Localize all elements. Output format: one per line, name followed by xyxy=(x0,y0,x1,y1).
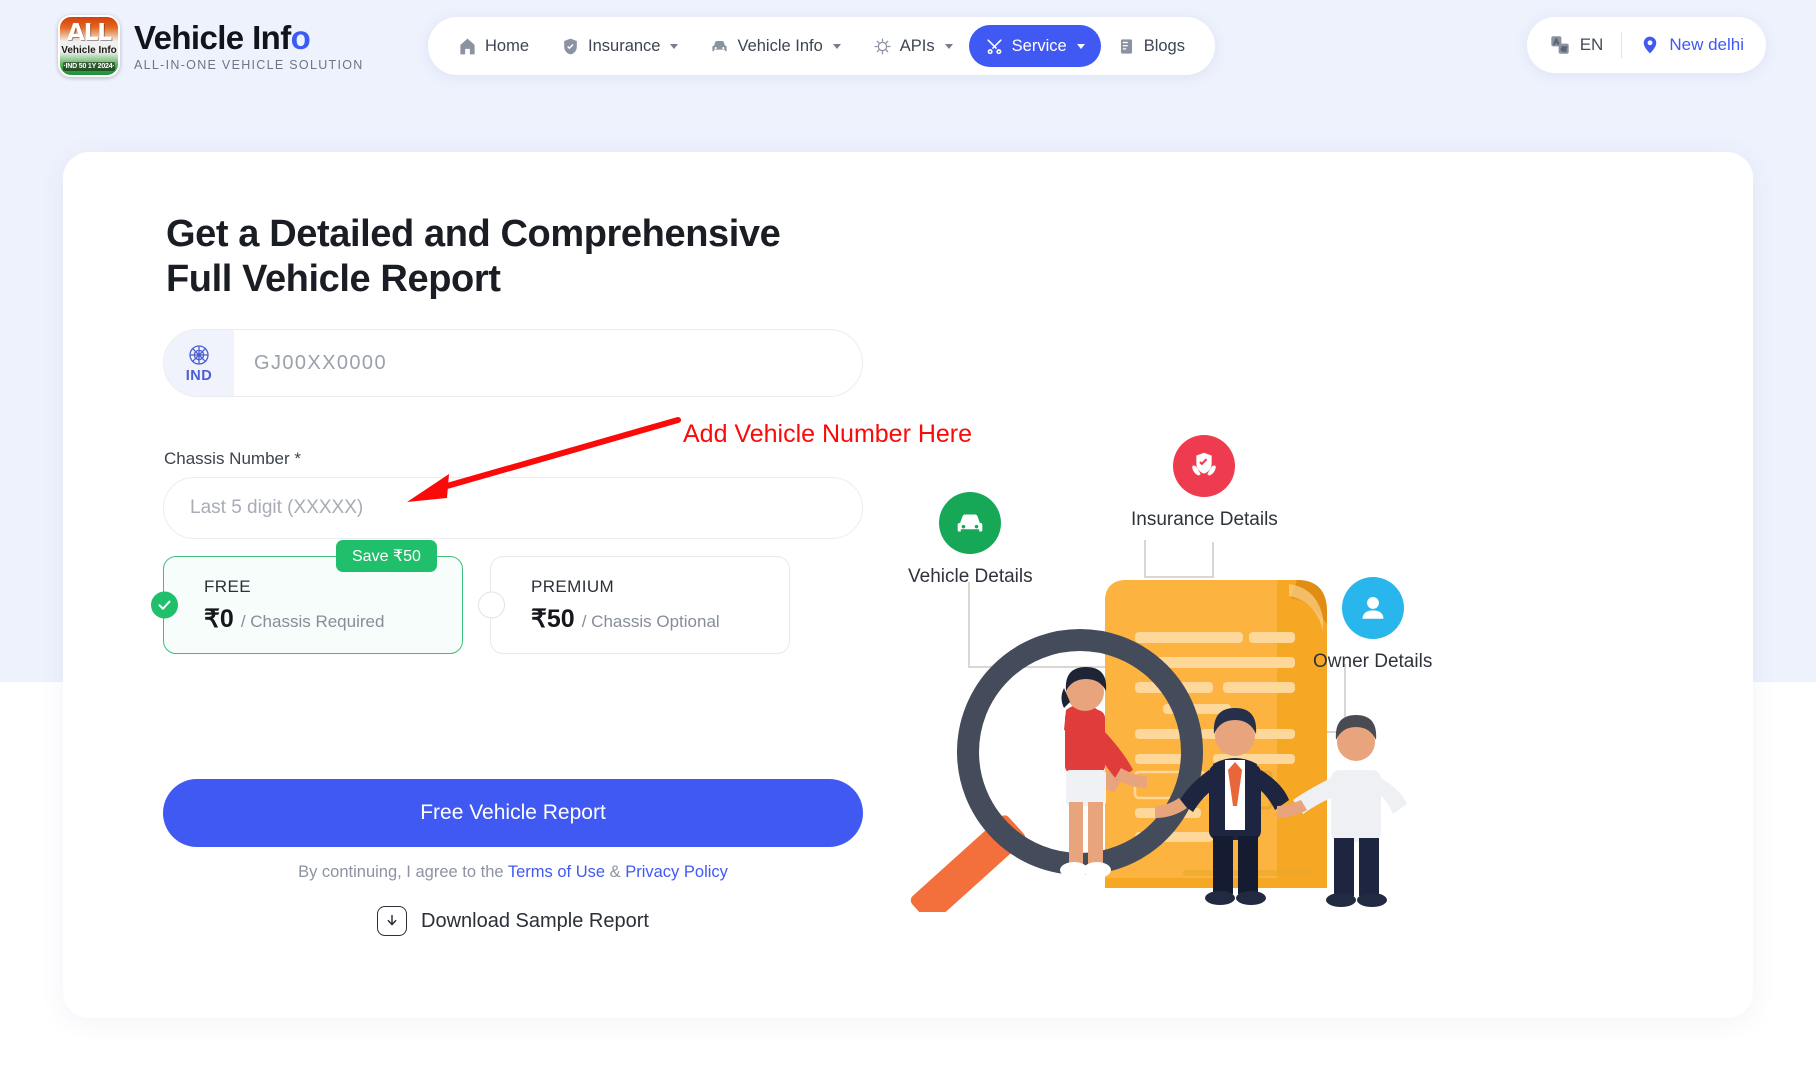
tools-icon xyxy=(987,38,1002,54)
nav-item-apis[interactable]: APIs xyxy=(857,25,969,67)
plan-premium-note: / Chassis Optional xyxy=(581,611,720,631)
country-code-label: IND xyxy=(185,367,213,384)
terms-agreement-text: By continuing, I agree to the Terms of U… xyxy=(163,863,863,882)
hero-heading-line-1: Get a Detailed and Comprehensive xyxy=(166,213,781,255)
vehicle-number-field[interactable]: IND xyxy=(163,329,863,397)
user-circle-icon xyxy=(1341,577,1404,639)
privacy-policy-link[interactable]: Privacy Policy xyxy=(625,863,728,881)
report-illustration: Vehicle Details Insurance Details Owner … xyxy=(883,292,1723,923)
plan-option-premium[interactable]: PREMIUM ₹50 / Chassis Optional xyxy=(478,556,790,654)
home-icon xyxy=(460,38,475,54)
nav-label-service: Service xyxy=(1011,36,1067,55)
annotation-text: Add Vehicle Number Here xyxy=(683,420,973,448)
callout-label-insurance-details: Insurance Details xyxy=(1131,509,1278,530)
api-gear-icon xyxy=(874,38,891,54)
terms-of-use-link[interactable]: Terms of Use xyxy=(508,863,605,881)
logo-line-2: Vehicle Info xyxy=(61,45,117,56)
nav-label-apis: APIs xyxy=(899,36,935,55)
hero-heading-line-2: Full Vehicle Report xyxy=(166,257,501,300)
callout-label-vehicle-details: Vehicle Details xyxy=(908,566,1033,587)
terms-prefix: By continuing, I agree to the xyxy=(298,863,508,881)
car-circle-icon xyxy=(939,492,1002,554)
chassis-number-label: Chassis Number * xyxy=(164,449,301,468)
plan-premium-body: PREMIUM ₹50 / Chassis Optional xyxy=(531,577,720,634)
nav-item-vehicle-info[interactable]: Vehicle Info xyxy=(694,25,856,67)
vehicle-number-input[interactable] xyxy=(234,330,862,396)
hero-heading: Get a Detailed and Comprehensive Full Ve… xyxy=(166,212,781,302)
nav-label-vehicle-info: Vehicle Info xyxy=(737,36,823,55)
download-sample-report-label: Download Sample Report xyxy=(421,909,649,932)
svg-text:अ: अ xyxy=(1561,44,1567,53)
plan-premium-price: ₹50 xyxy=(531,604,575,633)
brand-logo-link[interactable]: ALL Vehicle Info ·IND 50 1Y 2024· Vehicl… xyxy=(58,15,364,77)
download-icon xyxy=(377,906,408,936)
callout-vehicle-details: Vehicle Details xyxy=(908,492,1033,588)
plan-free-note: / Chassis Required xyxy=(240,611,385,631)
language-selector[interactable]: Aअ EN xyxy=(1549,34,1622,56)
save-badge: Save ₹50 xyxy=(336,540,437,572)
logo-line-1: ALL xyxy=(66,20,112,46)
country-code-badge: IND xyxy=(164,330,234,396)
radio-selected-icon[interactable] xyxy=(151,591,178,619)
callout-insurance-details: Insurance Details xyxy=(1131,435,1278,531)
chevron-down-icon xyxy=(944,43,953,49)
svg-text:A: A xyxy=(1554,37,1559,46)
plan-free-price: ₹0 xyxy=(204,604,234,633)
chevron-down-icon xyxy=(670,43,679,49)
shield-check-icon xyxy=(564,38,577,54)
location-label: New delhi xyxy=(1669,35,1744,54)
car-icon xyxy=(712,40,728,51)
main-navigation: Home Insurance Vehicle Info APIs Service… xyxy=(428,17,1215,75)
page-title: Vehicle Info xyxy=(134,18,364,56)
location-selector[interactable]: New delhi xyxy=(1622,33,1744,57)
nav-item-blogs[interactable]: Blogs xyxy=(1101,25,1201,67)
translate-icon: Aअ xyxy=(1551,36,1569,54)
plan-premium-price-row: ₹50 / Chassis Optional xyxy=(531,604,720,634)
insurance-shield-hands-icon xyxy=(1173,435,1236,497)
nav-item-service[interactable]: Service xyxy=(968,25,1101,67)
logo-line-3: ·IND 50 1Y 2024· xyxy=(63,62,115,71)
plan-premium-name: PREMIUM xyxy=(531,576,615,596)
radio-unselected-icon[interactable] xyxy=(478,591,505,619)
india-flag-badge-icon: ALL Vehicle Info ·IND 50 1Y 2024· xyxy=(58,15,120,77)
download-sample-report-button[interactable]: Download Sample Report xyxy=(163,906,863,936)
language-label: EN xyxy=(1579,35,1604,54)
plan-free-name: FREE xyxy=(204,576,251,596)
free-vehicle-report-button[interactable]: Free Vehicle Report xyxy=(163,779,863,847)
site-header: ALL Vehicle Info ·IND 50 1Y 2024· Vehicl… xyxy=(0,0,1816,92)
callout-label-owner-details: Owner Details xyxy=(1313,651,1433,672)
nav-item-insurance[interactable]: Insurance xyxy=(545,25,694,67)
nav-label-home: Home xyxy=(485,36,530,55)
red-arrow-icon xyxy=(407,417,681,502)
plan-free-price-row: ₹0 / Chassis Required xyxy=(204,604,384,634)
nav-label-insurance: Insurance xyxy=(588,36,661,55)
document-magnifier-people-illustration xyxy=(910,540,1407,923)
chevron-down-icon xyxy=(1076,43,1085,49)
ashoka-chakra-emblem-icon xyxy=(189,344,209,365)
brand-text: Vehicle Info ALL-IN-ONE VEHICLE SOLUTION xyxy=(134,18,364,73)
terms-separator: & xyxy=(605,863,626,881)
check-icon xyxy=(158,600,171,610)
callout-owner-details: Owner Details xyxy=(1313,577,1432,673)
header-utility-bar: Aअ EN New delhi xyxy=(1526,17,1766,73)
nav-label-blogs: Blogs xyxy=(1143,36,1185,55)
brand-title-main: Vehicle Inf xyxy=(134,18,291,56)
blog-document-icon xyxy=(1120,38,1132,54)
nav-item-home[interactable]: Home xyxy=(442,25,545,67)
brand-subtitle: ALL-IN-ONE VEHICLE SOLUTION xyxy=(134,58,364,73)
plan-free-body: FREE ₹0 / Chassis Required xyxy=(204,577,384,634)
map-pin-icon xyxy=(1644,36,1657,54)
hero-card: Get a Detailed and Comprehensive Full Ve… xyxy=(63,152,1753,1018)
brand-title-accent: o xyxy=(290,18,311,56)
chevron-down-icon xyxy=(832,43,841,49)
